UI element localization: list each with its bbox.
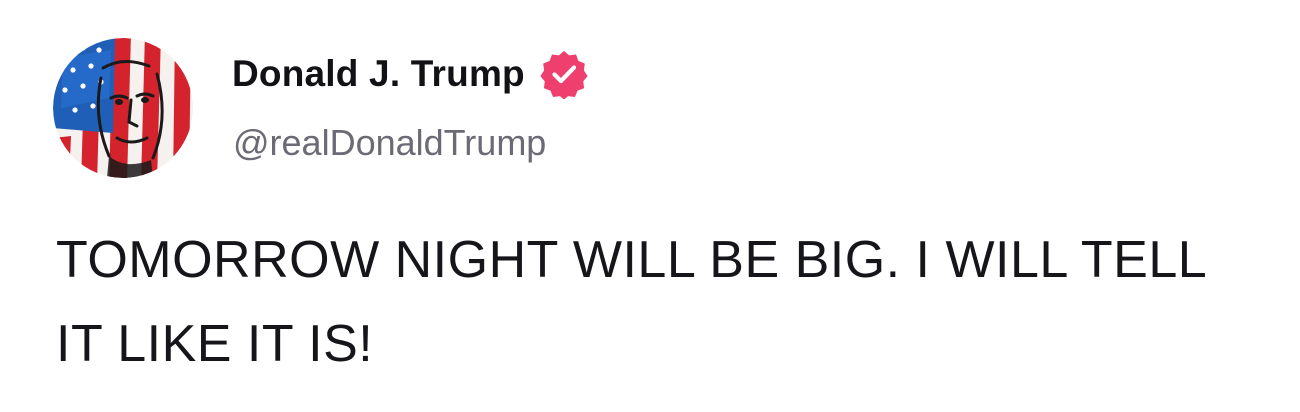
author-handle[interactable]: @realDonaldTrump	[233, 122, 546, 164]
post-card: Donald J. Trump @realDonaldTrump TOMORRO…	[0, 0, 1300, 412]
author-name-row: Donald J. Trump	[232, 46, 589, 102]
author-display-name[interactable]: Donald J. Trump	[232, 53, 525, 95]
post-body-text: TOMORROW NIGHT WILL BE BIG. I WILL TELL …	[56, 231, 1206, 373]
verified-badge-icon	[539, 49, 589, 99]
avatar[interactable]	[53, 38, 193, 178]
